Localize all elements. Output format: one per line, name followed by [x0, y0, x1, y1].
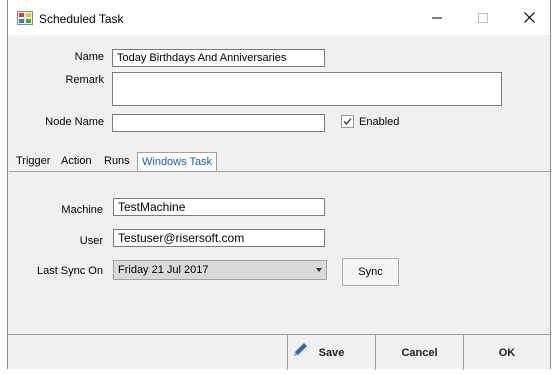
tab-action[interactable]: Action: [61, 155, 92, 167]
window-title: Scheduled Task: [39, 12, 124, 26]
node-name-input[interactable]: [112, 114, 325, 132]
close-icon: [523, 12, 535, 23]
node-name-label: Node Name: [45, 116, 104, 128]
title-bar[interactable]: Scheduled Task: [8, 0, 550, 35]
ok-button-label: OK: [498, 346, 516, 359]
last-sync-label: Last Sync On: [36, 265, 103, 277]
action-bar: Save Cancel OK: [8, 334, 550, 370]
remark-label: Remark: [65, 74, 104, 86]
minimize-button[interactable]: [414, 0, 460, 35]
enabled-label: Enabled: [359, 116, 400, 128]
sync-button[interactable]: Sync: [342, 258, 399, 286]
tab-trigger[interactable]: Trigger: [16, 155, 50, 167]
machine-label: Machine: [61, 204, 103, 216]
machine-input[interactable]: TestMachine: [113, 198, 325, 216]
close-button[interactable]: [506, 0, 552, 35]
name-label: Name: [74, 51, 104, 63]
scheduled-task-app-icon: [17, 11, 33, 25]
cancel-button-label: Cancel: [401, 346, 438, 359]
cancel-button[interactable]: Cancel: [375, 335, 463, 370]
last-sync-date-picker[interactable]: Friday 21 Jul 2017: [113, 260, 327, 280]
user-label: User: [79, 235, 103, 247]
tab-runs[interactable]: Runs: [104, 155, 130, 167]
maximize-icon: [478, 12, 488, 23]
windows-task-panel: Machine TestMachine User Testuser@risers…: [9, 171, 550, 333]
user-input[interactable]: Testuser@risersoft.com: [113, 229, 325, 247]
pencil-icon: [294, 343, 307, 356]
last-sync-value: Friday 21 Jul 2017: [118, 264, 209, 276]
tab-strip: Trigger Action Runs Windows Task: [8, 152, 550, 173]
save-button[interactable]: Save: [287, 335, 375, 370]
scheduled-task-dialog: Scheduled Task Name Today Birthdays And …: [7, 0, 551, 370]
ok-button[interactable]: OK: [463, 335, 550, 370]
minimize-icon: [432, 17, 442, 18]
save-button-label: Save: [318, 346, 345, 359]
remark-textarea[interactable]: [112, 72, 502, 106]
sync-button-label: Sync: [358, 266, 383, 278]
checkmark-icon: [343, 118, 352, 125]
chevron-down-icon[interactable]: [316, 268, 322, 272]
maximize-button[interactable]: [460, 0, 506, 35]
name-input[interactable]: Today Birthdays And Anniversaries: [112, 49, 325, 67]
tab-windows-task[interactable]: Windows Task: [137, 152, 218, 173]
enabled-checkbox[interactable]: [341, 115, 354, 128]
